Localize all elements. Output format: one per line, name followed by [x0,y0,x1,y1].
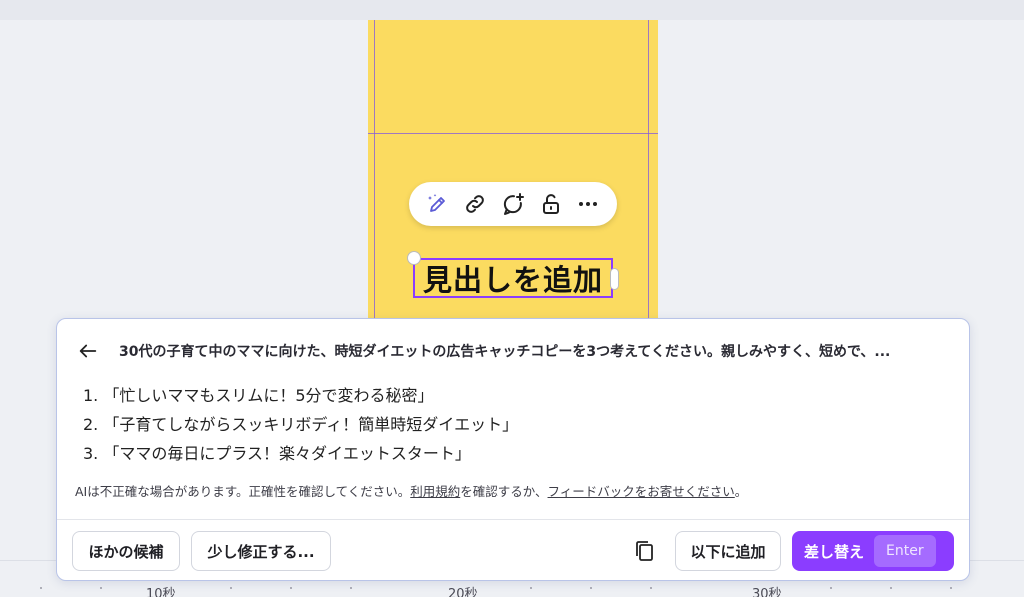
add-below-button[interactable]: 以下に追加 [675,531,781,571]
rotate-handle[interactable] [407,251,421,265]
divider [57,519,969,520]
tick-dot [650,587,652,589]
lock-button[interactable] [535,188,567,220]
timeline-label-20s: 20秒 [448,587,478,597]
tick-dot [290,587,292,589]
prompt-row: 30代の子育て中のママに向けた、時短ダイエットの広告キャッチコピーを3つ考えてく… [75,339,951,363]
add-comment-button[interactable] [497,188,529,220]
ai-writer-panel: 30代の子育て中のママに向けた、時短ダイエットの広告キャッチコピーを3つ考えてく… [56,318,970,581]
link-button[interactable] [459,188,491,220]
floating-toolbar [409,182,617,226]
result-item: 3. 「ママの毎日にプラス！楽々ダイエットスタート」 [83,444,471,463]
modify-button[interactable]: 少し修正する... [191,531,331,571]
tick-dot [950,587,952,589]
tick-dot [40,587,42,589]
lock-icon [542,194,559,214]
guide-line-horizontal [368,133,658,134]
disclaimer-text: 。 [734,484,748,499]
tick-dot [830,587,832,589]
result-item: 1. 「忙しいママもスリムに！5分で変わる秘密」 [83,386,434,405]
replace-label: 差し替え [804,542,865,561]
magic-edit-button[interactable] [422,188,454,220]
tick-dot [530,587,532,589]
add-comment-icon [503,193,524,215]
copy-icon [636,541,653,561]
disclaimer-text: を確認するか、 [460,484,548,499]
feedback-link[interactable]: フィードバックをお寄せください [548,484,735,499]
timeline-label-30s: 30秒 [752,587,782,597]
more-button[interactable] [572,188,604,220]
guide-line-left [374,20,375,360]
tick-dot [350,587,352,589]
copy-button[interactable] [627,531,661,571]
replace-button[interactable]: 差し替え Enter [792,531,954,571]
tick-dot [890,587,892,589]
result-list: 1. 「忙しいママもスリムに！5分で変わる秘密」 2. 「子育てしながらスッキリ… [83,381,518,468]
heading-text-box[interactable]: 見出しを追加 [407,251,619,299]
enter-shortcut-badge: Enter [874,535,936,567]
magic-pencil-icon [427,194,445,212]
result-item: 2. 「子育てしながらスッキリボディ！簡単時短ダイエット」 [83,415,519,434]
terms-link[interactable]: 利用規約 [410,484,460,499]
disclaimer-text: AIは不正確な場合があります。正確性を確認してください。 [75,484,411,499]
arrow-left-icon [79,344,97,358]
ai-disclaimer: AIは不正確な場合があります。正確性を確認してください。利用規約を確認するか、フ… [75,481,747,500]
more-icon [579,202,598,206]
guide-line-right [648,20,649,360]
resize-handle-right[interactable] [610,268,619,290]
tick-dot [230,587,232,589]
timeline-label-10s: 10秒 [146,587,176,597]
top-bar [0,0,1024,20]
other-candidates-button[interactable]: ほかの候補 [72,531,180,571]
tick-dot [100,587,102,589]
link-icon [466,195,485,213]
back-button[interactable] [75,339,101,363]
heading-text[interactable]: 見出しを追加 [423,257,603,299]
tick-dot [590,587,592,589]
prompt-text: 30代の子育て中のママに向けた、時短ダイエットの広告キャッチコピーを3つ考えてく… [119,344,891,360]
